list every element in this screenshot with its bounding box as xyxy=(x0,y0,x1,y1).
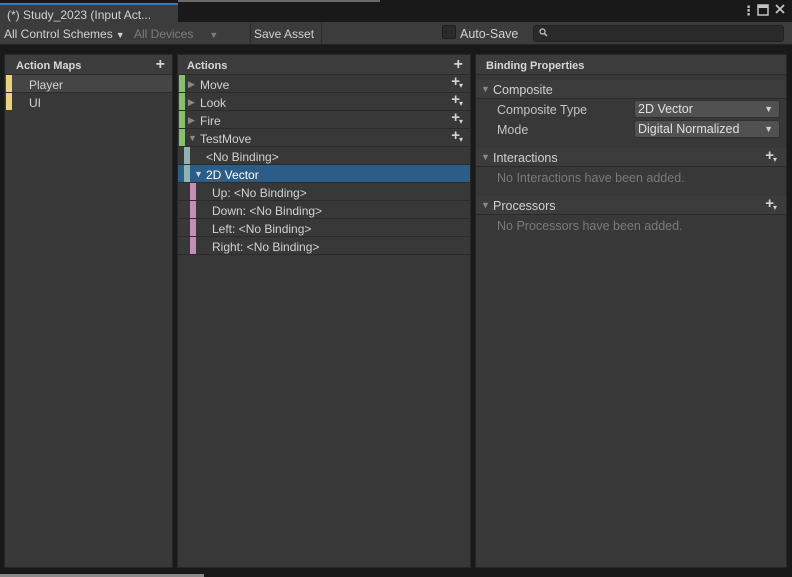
part-color-bar xyxy=(190,219,196,236)
close-icon[interactable] xyxy=(774,3,786,18)
search-icon xyxy=(539,28,548,39)
processors-empty-message: No Processors have been added. xyxy=(497,219,683,233)
add-interaction-icon[interactable]: +▾ xyxy=(765,147,778,164)
composite-type-row: Composite Type 2D Vector ▼ xyxy=(476,99,786,119)
search-input[interactable] xyxy=(533,25,784,42)
control-schemes-dropdown[interactable]: All Control Schemes ▼ xyxy=(4,24,132,43)
binding-label: <No Binding> xyxy=(206,150,279,164)
chevron-down-icon: ▼ xyxy=(209,30,219,40)
mode-label: Mode xyxy=(497,123,529,137)
binding-properties-panel: Binding Properties ▼ Composite Composite… xyxy=(475,54,787,568)
action-map-label: UI xyxy=(29,96,41,110)
action-maps-title: Action Maps xyxy=(16,60,82,72)
add-binding-icon[interactable]: +▾ xyxy=(451,73,464,90)
action-color-bar xyxy=(179,129,185,146)
auto-save-label: Auto-Save xyxy=(460,27,519,41)
mode-row: Mode Digital Normalized ▼ xyxy=(476,119,786,139)
action-color-bar xyxy=(179,93,185,110)
part-color-bar xyxy=(190,237,196,254)
auto-save-checkbox[interactable] xyxy=(442,25,456,39)
part-label: Right: <No Binding> xyxy=(212,240,320,254)
actions-title: Actions xyxy=(187,60,228,72)
tab-bar-divider xyxy=(178,0,380,2)
binding-color-bar xyxy=(184,165,190,182)
action-label: Fire xyxy=(200,114,221,128)
binding-color-bar xyxy=(184,147,190,164)
action-label: TestMove xyxy=(200,132,252,146)
part-label: Left: <No Binding> xyxy=(212,222,312,236)
part-label: Down: <No Binding> xyxy=(212,204,323,218)
composite-type-value: 2D Vector xyxy=(638,102,693,116)
action-map-item-player[interactable]: Player xyxy=(5,75,172,93)
action-map-label: Player xyxy=(29,78,64,92)
composite-part-row[interactable]: Up: <No Binding> xyxy=(178,183,470,201)
mode-dropdown[interactable]: Digital Normalized ▼ xyxy=(634,120,780,138)
add-binding-icon[interactable]: +▾ xyxy=(451,127,464,144)
add-action-map-icon[interactable]: + xyxy=(156,56,165,74)
binding-properties-header: Binding Properties xyxy=(476,55,786,75)
action-color-bar xyxy=(179,111,185,128)
add-binding-icon[interactable]: +▾ xyxy=(451,109,464,126)
binding-properties-title: Binding Properties xyxy=(486,60,585,72)
chevron-down-icon: ▼ xyxy=(764,124,773,134)
composite-section-header[interactable]: ▼ Composite xyxy=(476,80,786,99)
expand-arrow-icon[interactable]: ▶ xyxy=(188,79,195,90)
add-action-icon[interactable]: + xyxy=(454,56,463,74)
action-row-look[interactable]: ▶ Look +▾ xyxy=(178,91,470,111)
interactions-section-header[interactable]: ▼ Interactions +▾ xyxy=(476,147,786,167)
part-label: Up: <No Binding> xyxy=(212,186,307,200)
composite-type-label: Composite Type xyxy=(497,103,588,117)
actions-panel: Actions + ▶ Move +▾ ▶ Look +▾ ▶ Fire +▾ … xyxy=(177,54,471,568)
composite-label: 2D Vector xyxy=(206,168,259,182)
actions-header: Actions + xyxy=(178,55,470,75)
action-map-color-bar xyxy=(6,93,12,110)
mode-value: Digital Normalized xyxy=(638,122,740,136)
processors-section-title: Processors xyxy=(493,199,556,213)
interactions-empty-message: No Interactions have been added. xyxy=(497,171,685,185)
composite-type-dropdown[interactable]: 2D Vector ▼ xyxy=(634,100,780,118)
composite-part-row[interactable]: Right: <No Binding> xyxy=(178,237,470,255)
action-row-move[interactable]: ▶ Move +▾ xyxy=(178,73,470,93)
composite-row-2d-vector[interactable]: ▼ 2D Vector xyxy=(178,165,470,183)
composite-part-row[interactable]: Left: <No Binding> xyxy=(178,219,470,237)
binding-row[interactable]: <No Binding> xyxy=(178,147,470,165)
collapse-arrow-icon[interactable]: ▼ xyxy=(481,200,490,210)
save-asset-button[interactable]: Save Asset xyxy=(250,23,322,44)
window-tab[interactable]: (*) Study_2023 (Input Act... xyxy=(0,3,178,23)
control-schemes-label: All Control Schemes xyxy=(4,27,113,41)
processors-section-header[interactable]: ▼ Processors +▾ xyxy=(476,195,786,215)
action-label: Look xyxy=(200,96,227,110)
maximize-icon[interactable] xyxy=(757,4,769,19)
collapse-arrow-icon[interactable]: ▼ xyxy=(188,133,197,143)
action-maps-panel: Action Maps + Player UI xyxy=(4,54,173,568)
chevron-down-icon: ▼ xyxy=(115,30,125,40)
add-binding-icon[interactable]: +▾ xyxy=(451,91,464,108)
composite-part-row[interactable]: Down: <No Binding> xyxy=(178,201,470,219)
action-row-testmove[interactable]: ▼ TestMove +▾ xyxy=(178,127,470,147)
collapse-arrow-icon[interactable]: ▼ xyxy=(481,84,490,94)
expand-arrow-icon[interactable]: ▶ xyxy=(188,115,195,126)
part-color-bar xyxy=(190,183,196,200)
collapse-arrow-icon[interactable]: ▼ xyxy=(194,169,203,179)
action-maps-header: Action Maps + xyxy=(5,55,172,75)
interactions-section-title: Interactions xyxy=(493,151,558,165)
action-map-item-ui[interactable]: UI xyxy=(5,93,172,111)
devices-dropdown[interactable]: All Devices ▼ xyxy=(134,24,246,43)
action-row-fire[interactable]: ▶ Fire +▾ xyxy=(178,109,470,129)
action-map-color-bar xyxy=(6,75,12,92)
chevron-down-icon: ▼ xyxy=(764,104,773,114)
action-label: Move xyxy=(200,78,230,92)
collapse-arrow-icon[interactable]: ▼ xyxy=(481,152,490,162)
kebab-menu-icon[interactable]: ⋮ xyxy=(742,4,755,18)
part-color-bar xyxy=(190,201,196,218)
expand-arrow-icon[interactable]: ▶ xyxy=(188,97,195,108)
action-color-bar xyxy=(179,75,185,92)
devices-label: All Devices xyxy=(134,27,194,41)
composite-section-title: Composite xyxy=(493,83,553,97)
add-processor-icon[interactable]: +▾ xyxy=(765,195,778,212)
